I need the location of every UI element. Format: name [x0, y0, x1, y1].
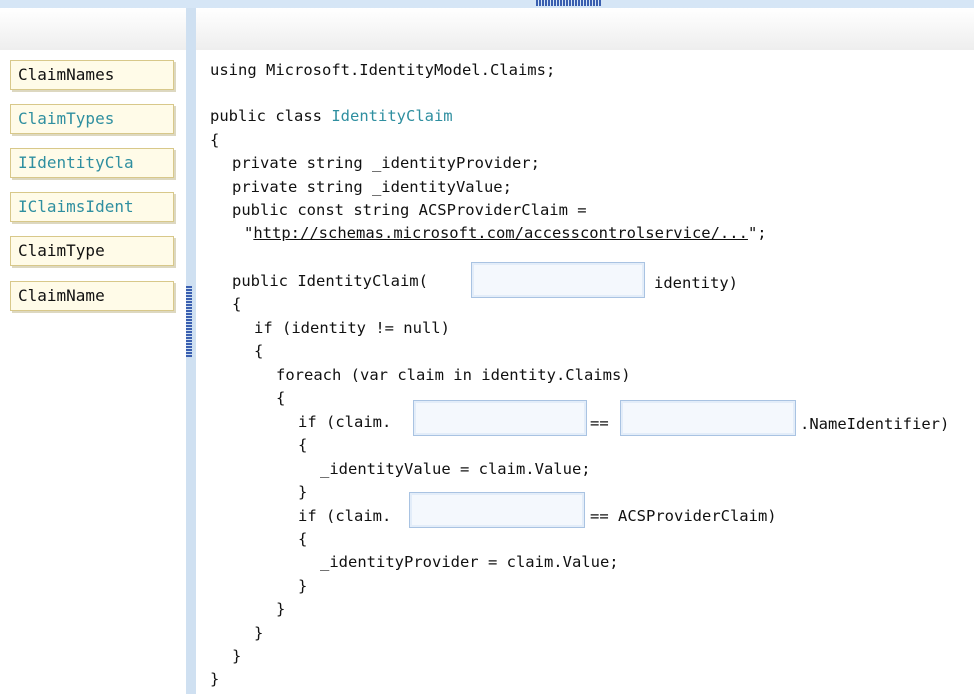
choice-claimnames[interactable]: ClaimNames: [10, 60, 174, 90]
code-assign-value: _identityValue = claim.Value;: [320, 460, 591, 478]
choice-claimname[interactable]: ClaimName: [10, 281, 174, 311]
drop-target-claim-class[interactable]: [620, 400, 796, 436]
drop-target-claim-property-1[interactable]: [413, 400, 587, 436]
code-ctor-close: }: [232, 647, 242, 665]
top-bar: [0, 0, 974, 8]
url-quote-close: ";: [747, 224, 767, 242]
code-assign-provider: _identityProvider = claim.Value;: [320, 553, 619, 571]
code-if2-open: {: [298, 530, 308, 548]
code-foreach-close: }: [276, 600, 286, 618]
code-if1-prefix: if (claim.: [298, 413, 392, 431]
answer-pane-header: [0, 8, 186, 50]
code-if-close: }: [254, 624, 264, 642]
drop-target-claim-property-2[interactable]: [409, 492, 585, 528]
code-if2-close: }: [298, 577, 308, 595]
code-if2-prefix: if (claim.: [298, 507, 392, 525]
choice-claimtype[interactable]: ClaimType: [10, 236, 174, 266]
drop-target-ctor-param-type[interactable]: [471, 262, 645, 298]
code-foreach: foreach (var claim in identity.Claims): [276, 366, 631, 384]
url-quote-open: ": [244, 224, 254, 242]
code-ctor-suffix: identity): [654, 274, 738, 292]
choice-iclaimsidentity[interactable]: IClaimsIdent: [10, 192, 174, 222]
splitter-grip[interactable]: [186, 285, 192, 357]
class-name: IdentityClaim: [331, 107, 453, 125]
top-resize-grip[interactable]: [536, 0, 602, 6]
choice-claimtypes[interactable]: ClaimTypes: [10, 104, 174, 134]
code-field-value: private string _identityValue;: [232, 178, 512, 196]
choice-iidentityclaim[interactable]: IIdentityCla: [10, 148, 174, 178]
code-class-open-brace: {: [210, 131, 220, 149]
code-if1-suffix: .NameIdentifier): [800, 415, 950, 433]
acs-schema-link[interactable]: http://schemas.microsoft.com/accesscontr…: [253, 224, 748, 242]
code-ctor-prefix: public IdentityClaim(: [232, 272, 428, 290]
code-ctor-open: {: [232, 295, 242, 313]
code-if-open: {: [254, 342, 264, 360]
code-if-null: if (identity != null): [254, 319, 450, 337]
code-field-provider: private string _identityProvider;: [232, 154, 540, 172]
code-if1-eq: ==: [590, 414, 609, 432]
code-const-line: public const string ACSProviderClaim =: [232, 201, 587, 219]
code-const-url-line: "http://schemas.microsoft.com/accesscont…: [244, 223, 767, 243]
code-class-close: }: [210, 670, 220, 688]
code-using-line: using Microsoft.IdentityModel.Claims;: [210, 61, 556, 79]
code-if1-open: {: [298, 436, 308, 454]
code-if2-suffix: == ACSProviderClaim): [590, 507, 777, 525]
code-foreach-open: {: [276, 389, 286, 407]
class-keyword: public class: [210, 107, 332, 125]
code-pane-header: [196, 8, 974, 50]
code-class-declaration: public class IdentityClaim: [210, 106, 453, 126]
code-if1-close: }: [298, 483, 308, 501]
